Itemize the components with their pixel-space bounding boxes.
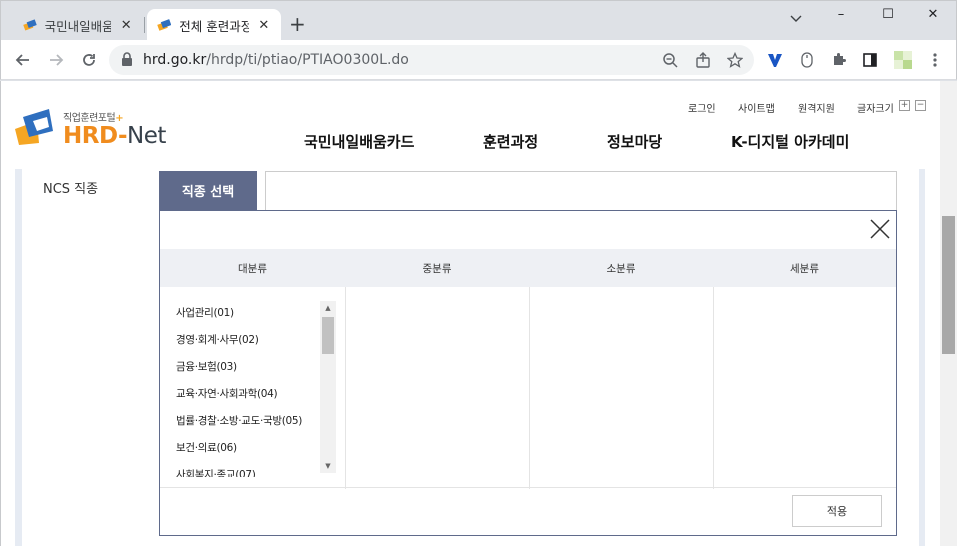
gnb-training-course[interactable]: 훈련과정 [483,131,538,152]
extension-v-icon[interactable] [765,50,785,70]
browser-toolbar: hrd.go.kr/hrdp/ti/ptiao/PTIAO0300L.do [0,40,957,80]
url-text[interactable]: hrd.go.kr/hrdp/ti/ptiao/PTIAO0300L.do [143,52,409,68]
column-divider [713,287,714,489]
side-panel-icon[interactable] [860,50,880,70]
column-divider [345,287,346,489]
remote-support-link[interactable]: 원격지원 [798,100,835,115]
page-scroll-thumb[interactable] [942,216,955,354]
window-close-button[interactable]: ✕ [918,7,948,22]
browser-tab-1[interactable]: 국민내일배움카드 ✕ [13,9,143,41]
selected-job-field[interactable] [265,171,897,210]
font-increase-button[interactable]: + [899,100,910,111]
list-item[interactable]: 법률·경찰·소방·교도·국방(05) [176,407,320,434]
new-tab-button[interactable]: + [289,14,306,34]
header-middle: 중분류 [422,262,452,275]
major-category-list: 사업관리(01) 경영·회계·사무(02) 금융·보험(03) 교육·자연·사회… [176,299,320,477]
gnb-info[interactable]: 정보마당 [607,131,662,152]
login-link[interactable]: 로그인 [688,100,716,115]
close-icon[interactable] [868,217,892,241]
list-item[interactable]: 사업관리(01) [176,299,320,326]
extensions-puzzle-icon[interactable] [829,50,849,70]
apply-button[interactable]: 적용 [792,495,882,527]
logo-wordmark[interactable]: HRD-Net [63,123,166,149]
lock-icon[interactable] [121,52,133,67]
list-item[interactable]: 금융·보험(03) [176,353,320,380]
list-item[interactable]: 보건·의료(06) [176,434,320,461]
ncs-category-modal: 대분류 중분류 소분류 세분류 사업관리(01) 경영·회계·사무(02) 금융… [159,210,897,536]
maximize-button[interactable]: ☐ [873,7,903,22]
browser-titlebar: 국민내일배움카드 ✕ 전체 훈련과정 ✕ + – ☐ ✕ [0,0,957,41]
web-page: 직업훈련포털+ HRD-Net 로그인 사이트맵 원격지원 글자크기 + − 국… [0,81,957,546]
url-path: /hrdp/ti/ptiao/PTIAO0300L.do [206,52,409,68]
arrow-right-icon [50,54,64,66]
zoom-icon[interactable] [661,51,679,69]
profile-avatar-icon[interactable] [893,50,913,70]
hrd-favicon-icon [23,19,37,31]
bookmark-star-icon[interactable] [726,51,744,69]
url-host: hrd.go.kr [143,52,207,68]
sitemap-link[interactable]: 사이트맵 [738,100,775,115]
scroll-up-arrow-icon[interactable]: ▲ [320,301,336,315]
content-border-right [919,169,925,546]
tab-title: 국민내일배움카드 [44,18,112,34]
content-border-left [15,169,22,546]
browser-tab-2-active[interactable]: 전체 훈련과정 ✕ [147,9,281,41]
arrow-left-icon [15,54,29,66]
minimize-button[interactable]: – [826,7,856,22]
header-detail: 세분류 [790,262,819,275]
list-item[interactable]: 교육·자연·사회과학(04) [176,380,320,407]
mouse-icon[interactable] [797,50,817,70]
ncs-job-label: NCS 직종 [43,182,99,197]
browser-menu-icon[interactable] [925,50,945,70]
font-size-label: 글자크기 [857,104,894,115]
scroll-down-arrow-icon[interactable]: ▼ [320,459,336,473]
tab-close-icon[interactable]: ✕ [119,18,133,33]
gnb-k-digital[interactable]: K-디지털 아카데미 [731,131,849,152]
tab-separator [144,17,145,33]
header-major: 대분류 [238,262,267,275]
font-decrease-button[interactable]: − [915,100,926,111]
reload-icon [83,54,95,66]
list-item[interactable]: 사회복지·종교(07) [176,461,320,477]
hrd-favicon-icon [157,19,172,31]
page-scrollbar[interactable] [940,81,957,546]
hrd-net-logo-icon[interactable] [13,107,59,147]
columns-bottom-border [160,487,896,488]
logo-net: Net [127,123,166,149]
forward-button[interactable] [44,48,68,72]
column-divider [529,287,530,489]
logo-hrd: HRD- [63,123,128,149]
tab-search-chevron-icon[interactable] [789,11,803,25]
category-header-row: 대분류 중분류 소분류 세분류 [160,249,896,287]
tab-title: 전체 훈련과정 [179,18,249,34]
list-item[interactable]: 경영·회계·사무(02) [176,326,320,353]
header-minor: 소분류 [606,262,636,275]
reload-button[interactable] [77,48,101,72]
job-select-tab[interactable]: 직종 선택 [159,171,257,210]
major-list-scrollbar[interactable]: ▲ ▼ [320,301,336,473]
gnb-naeil-card[interactable]: 국민내일배움카드 [304,131,414,152]
address-bar[interactable]: hrd.go.kr/hrdp/ti/ptiao/PTIAO0300L.do [109,45,754,75]
logo-subtitle: 직업훈련포털+ [63,109,124,124]
share-icon[interactable] [694,51,712,69]
back-button[interactable] [11,48,35,72]
tab-close-icon[interactable]: ✕ [257,18,271,33]
scroll-thumb[interactable] [322,317,334,354]
